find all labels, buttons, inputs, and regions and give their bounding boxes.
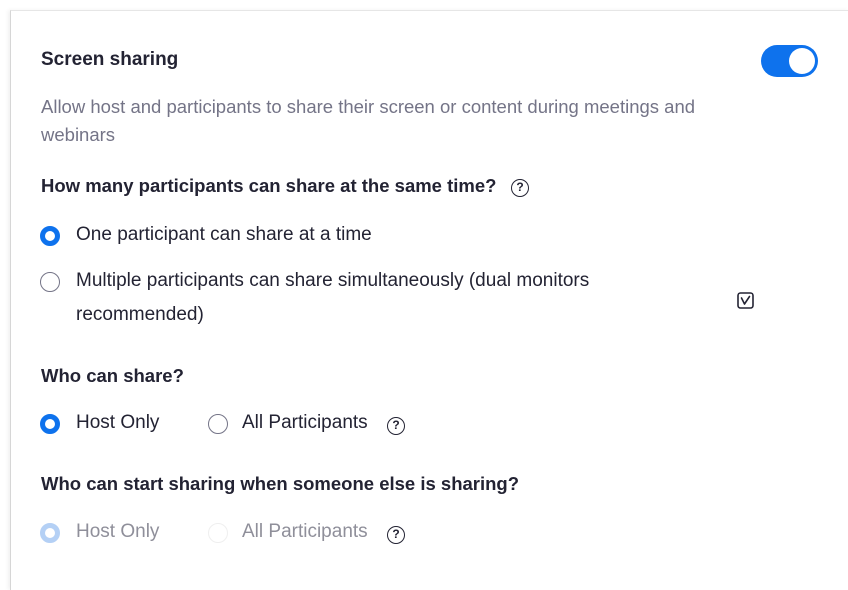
radio-multiple-participants[interactable] bbox=[40, 272, 60, 292]
radio-host-only[interactable] bbox=[40, 414, 60, 434]
who-can-share-question: Who can share? bbox=[41, 365, 184, 386]
radio-start-host-only bbox=[40, 523, 60, 543]
question-circle-icon[interactable]: ? bbox=[387, 526, 405, 544]
radio-one-participant[interactable] bbox=[40, 226, 60, 246]
option-label-start-all-participants: All Participants bbox=[242, 521, 368, 542]
question-circle-icon[interactable]: ? bbox=[511, 179, 529, 197]
screen-sharing-settings-panel: Screen sharing Allow host and participan… bbox=[10, 10, 848, 590]
check-square-icon[interactable] bbox=[737, 292, 754, 309]
setting-title: Screen sharing bbox=[41, 49, 179, 70]
radio-all-participants[interactable] bbox=[208, 414, 228, 434]
question-circle-icon[interactable]: ? bbox=[387, 417, 405, 435]
toggle-knob bbox=[789, 48, 815, 74]
option-label-multiple-participants[interactable]: Multiple participants can share simultan… bbox=[76, 270, 589, 292]
option-label-one-participant[interactable]: One participant can share at a time bbox=[76, 224, 372, 246]
radio-start-all-participants bbox=[208, 523, 228, 543]
option-label-host-only[interactable]: Host Only bbox=[76, 412, 159, 434]
setting-description: Allow host and participants to share the… bbox=[41, 96, 696, 145]
option-label-multiple-participants-line2[interactable]: recommended) bbox=[76, 304, 204, 326]
share-count-question: How many participants can share at the s… bbox=[41, 175, 497, 196]
option-label-all-participants[interactable]: All Participants bbox=[242, 412, 368, 434]
who-can-start-sharing-question: Who can start sharing when someone else … bbox=[41, 473, 520, 494]
screen-sharing-toggle[interactable] bbox=[761, 45, 818, 77]
option-label-start-host-only: Host Only bbox=[76, 521, 160, 542]
